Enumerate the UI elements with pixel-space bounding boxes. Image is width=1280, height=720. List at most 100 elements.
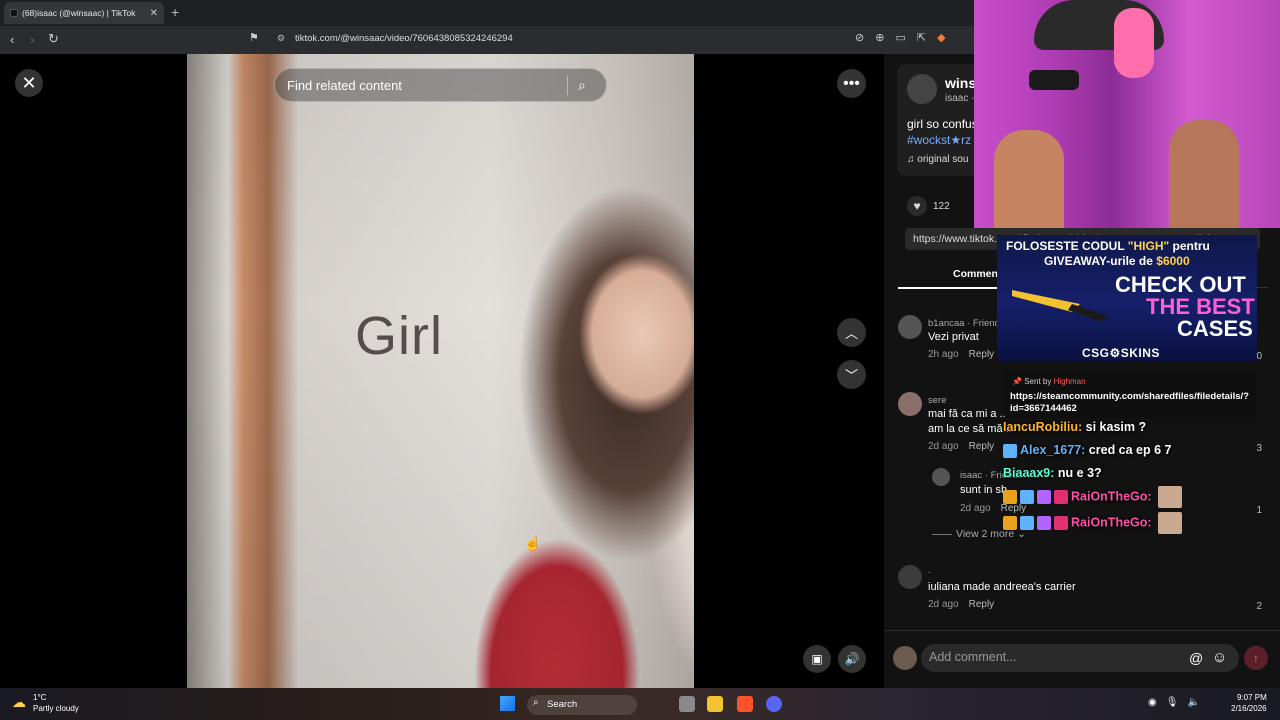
more-options-button[interactable]: ••• (837, 69, 866, 98)
mention-icon[interactable]: @ (1189, 650, 1203, 666)
related-search-placeholder: Find related content (287, 77, 402, 93)
close-video-button[interactable]: ✕ (15, 69, 43, 97)
chat-line: Alex_1677: cred ca ep 6 7 (1003, 443, 1273, 458)
discord-icon[interactable] (766, 696, 782, 712)
sponsor-headline3: CASES (1177, 316, 1253, 341)
chat-message: cred ca ep 6 7 (1085, 443, 1172, 457)
tab-title: (68)isaac (@winsaac) | TikTok (22, 8, 136, 18)
bookmark-icon[interactable]: ⚑ (249, 31, 259, 44)
author-name[interactable]: wins (945, 75, 976, 91)
commenter-avatar[interactable] (898, 392, 922, 416)
close-icon: ✕ (21, 72, 37, 93)
post-hashtag[interactable]: #wockst★rz (907, 133, 971, 147)
post-sound[interactable]: ♫ original sou (907, 154, 968, 165)
comment-meta: 2d ago Reply (928, 441, 994, 452)
browser-tab[interactable]: (68)isaac (@winsaac) | TikTok ✕ (4, 2, 164, 24)
commenter-avatar[interactable] (932, 468, 950, 486)
start-button[interactable] (500, 696, 515, 711)
arm (994, 130, 1064, 228)
cast-icon[interactable]: ▭ (895, 31, 905, 44)
commenter-avatar[interactable] (898, 565, 922, 589)
send-comment-button[interactable]: ↑ (1244, 646, 1268, 670)
brave-shield-icon[interactable]: ◆ (937, 31, 945, 44)
floating-player-button[interactable]: ▣ (803, 645, 831, 673)
comment-like-count[interactable]: 2 (1256, 601, 1262, 612)
tab-close-icon[interactable]: ✕ (150, 8, 158, 19)
reply-button[interactable]: Reply (969, 599, 995, 610)
url-input[interactable]: tiktok.com/@winsaac/video/76064380853242… (295, 33, 513, 44)
network-icon[interactable]: ◉ (1148, 697, 1157, 708)
reply-button[interactable]: Reply (969, 441, 995, 452)
crown-badge-icon (1003, 490, 1017, 504)
weather-icon[interactable]: ☁ (12, 694, 26, 711)
chat-emote (1157, 486, 1182, 508)
volume-icon[interactable]: 🔈 (1187, 697, 1199, 708)
comment-time: 2d ago (960, 503, 991, 514)
sponsor-line1-suffix: pentru (1169, 239, 1210, 253)
back-icon[interactable]: ‹ (10, 32, 14, 47)
share-icon[interactable]: ⇱ (917, 31, 926, 44)
chevron-down-icon: ﹀ (844, 368, 858, 383)
weather-temp[interactable]: 1°C (33, 693, 46, 702)
sponsor-line1-prefix: FOLOSESTE CODUL (1006, 239, 1128, 253)
video-caption-overlay: Girl (355, 306, 443, 366)
like-action[interactable]: ♥ 122 (907, 196, 950, 216)
author-handle[interactable]: isaac · (945, 93, 974, 104)
commenter-name[interactable]: b1ancaa · Friends (928, 318, 1005, 329)
sponsor-line1: FOLOSESTE CODUL "HIGH" pentru (1006, 239, 1210, 253)
chat-badge-icon (1003, 443, 1017, 458)
reload-icon[interactable]: ↻ (48, 31, 59, 47)
clock-time[interactable]: 9:07 PM (1237, 693, 1267, 702)
volume-button[interactable]: 🔊 (838, 645, 866, 673)
arrow-up-icon: ↑ (1253, 651, 1259, 665)
reply-button[interactable]: Reply (969, 349, 995, 360)
no-tracking-icon[interactable]: ⊘ (855, 31, 864, 44)
taskbar-search[interactable]: Search (527, 695, 637, 715)
chat-badge-icon (1020, 516, 1034, 530)
task-view-icon[interactable] (679, 696, 695, 712)
weather-description[interactable]: Partly cloudy (33, 704, 79, 713)
brave-browser-icon[interactable] (737, 696, 753, 712)
video-frame (187, 54, 694, 688)
commenter-name[interactable]: sere (928, 395, 946, 406)
new-tab-button[interactable]: + (171, 4, 179, 20)
search-icon[interactable]: ⌕ (578, 77, 606, 94)
chat-line: IancuRobiliu: si kasim ? (1003, 420, 1273, 434)
next-video-button[interactable]: ﹀ (837, 360, 866, 389)
chevron-up-icon: ︿ (844, 326, 858, 341)
previous-video-button[interactable]: ︿ (837, 318, 866, 347)
microphone-icon[interactable]: 🎙 (1166, 697, 1179, 708)
comment-like-count[interactable]: 0 (1256, 351, 1262, 362)
chat-line: RaiOnTheGo: (1003, 486, 1273, 508)
site-info-icon[interactable]: ⚙ (277, 33, 285, 44)
tiktok-favicon-icon (10, 9, 18, 17)
zoom-icon[interactable]: ⊕ (875, 31, 884, 44)
crown-badge-icon (1003, 516, 1017, 530)
chat-line: RaiOnTheGo: (1003, 512, 1273, 534)
clock-date[interactable]: 2/16/2026 (1231, 704, 1267, 713)
alert-sender-name: Highman (1053, 377, 1086, 386)
taskbar (0, 688, 1280, 720)
emoji-icon[interactable]: ☺ (1212, 649, 1227, 666)
ellipsis-icon: ••• (843, 74, 860, 92)
user-avatar (893, 646, 917, 670)
commenter-avatar[interactable] (898, 315, 922, 339)
pin-icon: 📌 (1012, 377, 1022, 386)
chat-username: RaiOnTheGo: (1071, 489, 1152, 504)
sub-badge-icon (1054, 490, 1068, 504)
forward-icon[interactable]: › (30, 32, 34, 47)
related-search-input[interactable]: Find related content ⌕ (274, 68, 607, 102)
chat-message: nu e 3? (1054, 466, 1102, 480)
file-explorer-icon[interactable] (707, 696, 723, 712)
gift-badge-icon (1037, 516, 1051, 530)
post-description: girl so confus (907, 117, 978, 131)
heart-icon[interactable]: ♥ (907, 196, 927, 216)
search-icon: ⌕ (533, 697, 539, 708)
video-player[interactable] (187, 54, 694, 688)
comment-text-line2: am la ce să mă .. (928, 423, 1012, 435)
author-avatar[interactable] (907, 74, 937, 104)
commenter-name[interactable]: . (928, 565, 931, 576)
comment-meta: 2h ago Reply (928, 349, 994, 360)
chat-badge-icon (1020, 490, 1034, 504)
chat-username: Alex_1677: (1020, 443, 1086, 457)
